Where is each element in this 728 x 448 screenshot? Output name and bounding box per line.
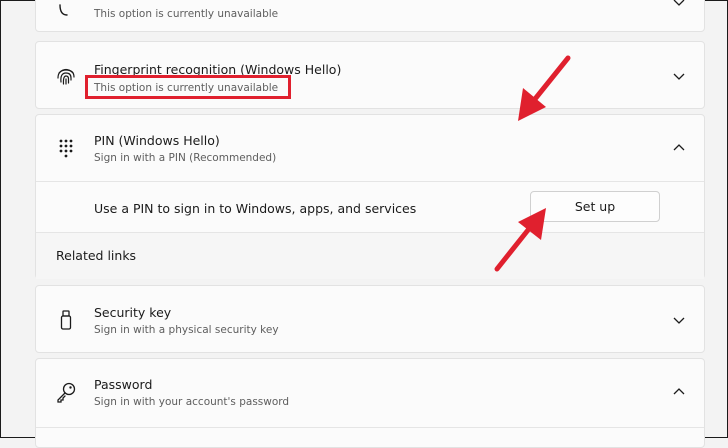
password-subtitle: Sign in with your account's password xyxy=(94,396,290,408)
face-recognition-card[interactable]: This option is currently unavailable xyxy=(35,0,705,32)
chevron-up-icon[interactable] xyxy=(672,385,686,399)
key-icon xyxy=(55,381,77,403)
security-key-subtitle: Sign in with a physical security key xyxy=(94,324,279,336)
security-key-card[interactable]: Security key Sign in with a physical sec… xyxy=(35,285,705,353)
chevron-down-icon[interactable] xyxy=(672,313,686,327)
fingerprint-icon xyxy=(55,65,77,87)
password-title: Password xyxy=(94,377,153,392)
set-up-button[interactable]: Set up xyxy=(530,191,660,222)
pin-header[interactable]: PIN (Windows Hello) Sign in with a PIN (… xyxy=(36,115,704,182)
chevron-down-icon[interactable] xyxy=(672,69,686,83)
related-links-section: Related links xyxy=(36,233,704,279)
face-icon xyxy=(55,0,77,21)
security-key-title: Security key xyxy=(94,305,172,320)
chevron-up-icon[interactable] xyxy=(672,141,686,155)
keypad-icon xyxy=(55,137,77,159)
password-expanded-divider xyxy=(36,427,704,428)
related-links-label: Related links xyxy=(56,248,137,263)
face-recognition-subtitle: This option is currently unavailable xyxy=(94,8,279,20)
chevron-down-icon[interactable] xyxy=(672,0,686,9)
usb-key-icon xyxy=(55,309,77,331)
pin-description: Use a PIN to sign in to Windows, apps, a… xyxy=(94,201,417,216)
unavailable-highlight-box xyxy=(85,75,291,99)
pin-title: PIN (Windows Hello) xyxy=(94,133,220,148)
pin-subtitle: Sign in with a PIN (Recommended) xyxy=(94,152,277,164)
password-card[interactable]: Password Sign in with your account's pas… xyxy=(35,358,705,448)
